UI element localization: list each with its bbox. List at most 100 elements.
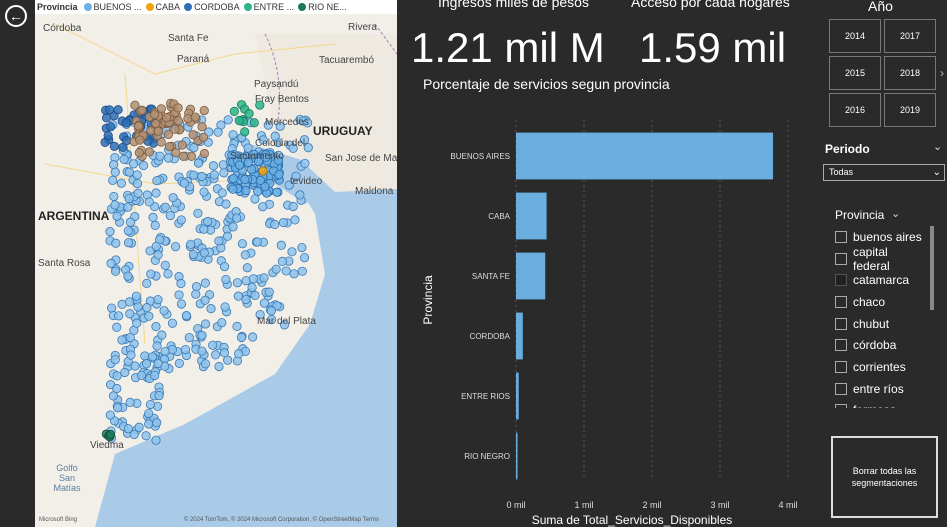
- map-point[interactable]: [248, 274, 258, 284]
- map-point[interactable]: [221, 274, 231, 285]
- map-point[interactable]: [149, 109, 160, 120]
- map-point[interactable]: [232, 213, 242, 223]
- map-point[interactable]: [170, 124, 180, 134]
- map-point[interactable]: [142, 303, 152, 313]
- map-point[interactable]: [203, 216, 213, 227]
- map-point[interactable]: [232, 278, 242, 288]
- map-point[interactable]: [160, 346, 170, 357]
- map-point[interactable]: [197, 330, 207, 341]
- map-point[interactable]: [237, 239, 248, 249]
- map-point[interactable]: [200, 359, 211, 369]
- map-point[interactable]: [106, 258, 116, 268]
- map-point[interactable]: [258, 202, 268, 212]
- map-point[interactable]: [223, 115, 233, 125]
- map-point[interactable]: [184, 332, 194, 343]
- map-point[interactable]: [229, 106, 239, 116]
- bar[interactable]: [516, 252, 546, 300]
- map-point[interactable]: [208, 161, 219, 171]
- map-point[interactable]: [228, 222, 238, 232]
- chevron-down-icon[interactable]: ⌄: [933, 140, 942, 153]
- map-point[interactable]: [110, 355, 120, 365]
- map-point[interactable]: [290, 215, 300, 225]
- map-point[interactable]: [134, 422, 144, 432]
- map-point[interactable]: [289, 269, 299, 279]
- map-point[interactable]: [193, 158, 204, 168]
- map-point[interactable]: [105, 429, 116, 440]
- map-point[interactable]: [151, 241, 161, 251]
- legend-item[interactable]: ENTRE ...: [243, 2, 294, 12]
- checkbox[interactable]: [835, 230, 847, 243]
- map-point[interactable]: [167, 318, 178, 328]
- map-point[interactable]: [125, 217, 135, 227]
- map-point[interactable]: [250, 290, 260, 301]
- map-point[interactable]: [148, 212, 158, 222]
- map-point[interactable]: [133, 302, 143, 312]
- map-point[interactable]: [144, 197, 154, 207]
- map-point[interactable]: [173, 116, 183, 126]
- map-point[interactable]: [281, 266, 291, 276]
- map-point[interactable]: [266, 306, 276, 316]
- chevron-right-icon[interactable]: ›: [940, 66, 944, 80]
- back-button[interactable]: ←: [5, 5, 27, 27]
- bar[interactable]: [516, 132, 774, 180]
- year-button[interactable]: 2017: [884, 19, 936, 53]
- map-point[interactable]: [206, 304, 216, 314]
- map-point[interactable]: [276, 240, 286, 250]
- map-point[interactable]: [153, 126, 163, 136]
- map-point[interactable]: [300, 158, 310, 169]
- map-point[interactable]: [288, 201, 298, 212]
- map-point[interactable]: [151, 322, 161, 332]
- checkbox[interactable]: [835, 252, 847, 265]
- map-point[interactable]: [234, 115, 244, 126]
- map-point[interactable]: [274, 170, 284, 180]
- map-point[interactable]: [151, 435, 161, 445]
- map-point[interactable]: [240, 174, 250, 185]
- map-point[interactable]: [125, 397, 135, 408]
- map-point[interactable]: [249, 118, 259, 128]
- map-point[interactable]: [248, 332, 258, 342]
- map-point[interactable]: [132, 178, 143, 189]
- map-point[interactable]: [209, 170, 219, 180]
- map-point[interactable]: [101, 113, 112, 123]
- map-point[interactable]: [160, 260, 170, 270]
- map-point[interactable]: [132, 170, 142, 180]
- map-point[interactable]: [297, 243, 307, 253]
- map-point[interactable]: [200, 319, 211, 329]
- map-visual[interactable]: Provincia BUENOS ... CABA CORDOBA ENTRE …: [35, 0, 397, 527]
- map-point[interactable]: [191, 289, 201, 299]
- map-point[interactable]: [151, 188, 161, 198]
- bar[interactable]: [516, 372, 519, 420]
- map-point[interactable]: [168, 193, 178, 203]
- map-point[interactable]: [136, 370, 147, 380]
- legend-item[interactable]: CORDOBA: [184, 2, 240, 12]
- map-point[interactable]: [240, 127, 250, 137]
- map-point[interactable]: [264, 287, 274, 297]
- map-point[interactable]: [221, 199, 231, 209]
- map-point[interactable]: [197, 346, 207, 356]
- map-point[interactable]: [150, 370, 160, 381]
- map-point[interactable]: [272, 187, 282, 197]
- map-point[interactable]: [259, 298, 270, 308]
- map-point[interactable]: [141, 431, 151, 441]
- legend-item[interactable]: RIO NE...: [298, 2, 347, 12]
- map-point[interactable]: [141, 359, 152, 369]
- map-point[interactable]: [188, 249, 198, 260]
- map-point[interactable]: [153, 250, 163, 260]
- map-point[interactable]: [145, 399, 156, 410]
- map-point[interactable]: [123, 271, 133, 281]
- map-point[interactable]: [220, 302, 230, 312]
- map-point[interactable]: [258, 166, 268, 176]
- clear-slicers-button[interactable]: Borrar todas las segmentaciones: [831, 436, 938, 518]
- map-point[interactable]: [198, 132, 209, 142]
- checkbox[interactable]: [835, 360, 847, 373]
- map-point[interactable]: [152, 418, 162, 428]
- map-point[interactable]: [159, 306, 169, 316]
- map-point[interactable]: [154, 390, 164, 401]
- map-point[interactable]: [110, 167, 120, 177]
- map-point[interactable]: [103, 131, 113, 141]
- map-point[interactable]: [208, 340, 218, 350]
- map-point[interactable]: [113, 403, 123, 413]
- map-point[interactable]: [153, 358, 163, 369]
- checkbox[interactable]: [835, 404, 847, 408]
- map-point[interactable]: [117, 335, 127, 345]
